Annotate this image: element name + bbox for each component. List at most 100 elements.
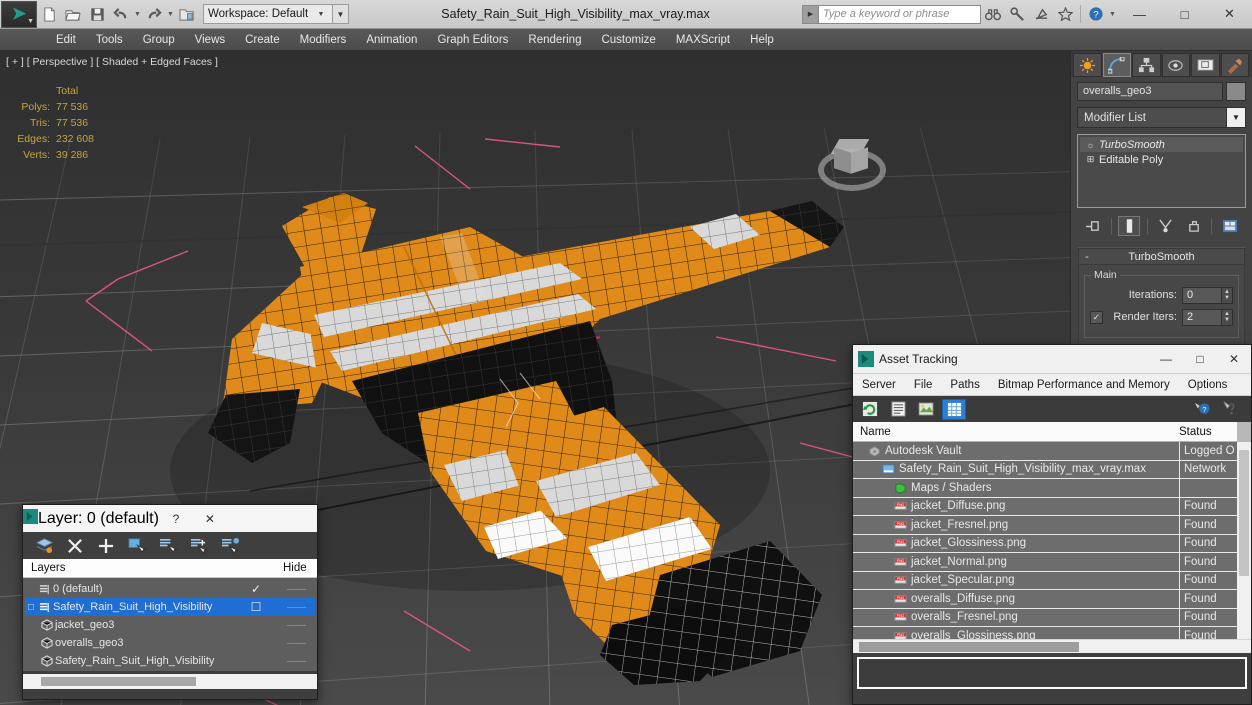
render-iters-spinner[interactable]: ▲ ▼: [1222, 308, 1233, 326]
scrollbar-thumb[interactable]: [41, 677, 196, 686]
status-column-header[interactable]: Status: [1179, 426, 1237, 438]
wrench-icon[interactable]: [1006, 3, 1028, 25]
remove-modifier-icon[interactable]: [1183, 216, 1205, 236]
make-unique-icon[interactable]: [1154, 216, 1176, 236]
grid-view-icon[interactable]: [942, 398, 966, 420]
open-file-icon[interactable]: [62, 3, 84, 25]
menu-item-tools[interactable]: Tools: [86, 29, 133, 51]
current-layer-check[interactable]: ☐: [235, 600, 277, 614]
plus-box-icon[interactable]: ⊞: [1082, 154, 1099, 165]
hide-toggle[interactable]: ——: [277, 656, 315, 667]
layer-horizontal-scrollbar[interactable]: [23, 674, 317, 689]
close-button[interactable]: ✕: [1207, 0, 1252, 28]
object-name-field[interactable]: overalls_geo3: [1077, 82, 1223, 101]
iterations-spinner[interactable]: ▲ ▼: [1222, 286, 1233, 304]
search-input[interactable]: Type a keyword or phrase: [819, 4, 981, 24]
asset-list[interactable]: Autodesk Vault Logged O Safety_Rain_Suit…: [853, 442, 1251, 639]
viewport-label[interactable]: [ + ] [ Perspective ] [ Shaded + Edged F…: [6, 56, 218, 68]
current-layer-check[interactable]: ✓: [235, 582, 277, 596]
menu-item-animation[interactable]: Animation: [356, 29, 427, 51]
list-item[interactable]: ☐ Safety_Rain_Suit_High_Visibility ☐ ——: [25, 598, 315, 616]
redo-dropdown-icon[interactable]: ▼: [166, 11, 175, 18]
list-item[interactable]: jacket_geo3 ——: [25, 616, 315, 634]
select-highlight-icon[interactable]: [155, 535, 181, 557]
list-item[interactable]: 0 (default) ✓ ——: [25, 580, 315, 598]
rollout-header[interactable]: - TurboSmooth: [1078, 248, 1245, 265]
asset-minimize-button[interactable]: —: [1149, 345, 1183, 373]
asset-list-horizontal-scrollbar[interactable]: [853, 639, 1251, 653]
list-item[interactable]: Safety_Rain_Suit_High_Visibility ——: [25, 652, 315, 670]
hide-toggle[interactable]: ——: [277, 584, 315, 595]
satellite-icon[interactable]: [1030, 3, 1052, 25]
table-row[interactable]: Autodesk Vault Logged O: [853, 442, 1237, 461]
delete-layer-icon[interactable]: [62, 535, 88, 557]
menu-item-paths[interactable]: Paths: [941, 374, 988, 396]
hide-toggle[interactable]: ——: [277, 602, 315, 613]
binoculars-icon[interactable]: [982, 3, 1004, 25]
scrollbar-thumb[interactable]: [859, 642, 1079, 652]
menu-item-views[interactable]: Views: [185, 29, 235, 51]
modify-tab[interactable]: [1102, 53, 1131, 77]
menu-item-help[interactable]: Help: [740, 29, 784, 51]
object-color-swatch[interactable]: [1226, 82, 1246, 101]
menu-item-edit[interactable]: Edit: [46, 29, 86, 51]
viewcube-left-face[interactable]: [834, 147, 851, 174]
new-layer-icon[interactable]: [31, 535, 57, 557]
layer-help-button[interactable]: ?: [159, 505, 193, 533]
table-row[interactable]: PNG overalls_Fresnel.png Found: [853, 608, 1237, 627]
viewcube-right-face[interactable]: [851, 147, 868, 174]
table-row[interactable]: PNG overalls_Diffuse.png Found: [853, 589, 1237, 609]
help-dropdown-icon[interactable]: ▼: [1108, 11, 1117, 18]
asset-list-vertical-scrollbar[interactable]: [1237, 442, 1251, 639]
table-row[interactable]: PNG jacket_Specular.png Found: [853, 571, 1237, 590]
pin-stack-icon[interactable]: [1082, 216, 1104, 236]
workspace-menu-button[interactable]: ▼: [333, 4, 349, 24]
chevron-down-icon[interactable]: ▼: [1226, 108, 1245, 127]
iterations-field[interactable]: 0: [1182, 286, 1222, 304]
menu-item-group[interactable]: Group: [133, 29, 185, 51]
hierarchy-tab[interactable]: [1132, 53, 1161, 77]
table-row[interactable]: PNG overalls_Glossiness.png Found: [853, 626, 1237, 639]
menu-item-server[interactable]: Server: [853, 374, 905, 396]
render-iters-checkbox[interactable]: ✓: [1090, 310, 1103, 324]
show-end-result-icon[interactable]: [1118, 216, 1141, 236]
add-layer-icon[interactable]: [93, 535, 119, 557]
menu-item-customize[interactable]: Customize: [591, 29, 665, 51]
layer-dialog[interactable]: Layer: 0 (default) ? ✕ Layers Hide 0 (de…: [22, 504, 318, 700]
help-arrow-icon[interactable]: [1218, 399, 1242, 420]
select-objects-icon[interactable]: [124, 535, 150, 557]
star-icon[interactable]: [1054, 3, 1076, 25]
table-row[interactable]: PNG jacket_Glossiness.png Found: [853, 534, 1237, 553]
search-expand-icon[interactable]: ▶: [802, 4, 819, 24]
menu-item-file[interactable]: File: [905, 374, 942, 396]
table-row[interactable]: Safety_Rain_Suit_High_Visibility_max_vra…: [853, 460, 1237, 479]
minimize-button[interactable]: —: [1117, 0, 1162, 28]
menu-item-rendering[interactable]: Rendering: [518, 29, 591, 51]
lightbulb-icon[interactable]: ☼: [1082, 140, 1099, 150]
layer-close-button[interactable]: ✕: [193, 505, 227, 533]
utilities-tab[interactable]: [1220, 53, 1249, 77]
maximize-button[interactable]: □: [1162, 0, 1207, 28]
table-row[interactable]: Maps / Shaders: [853, 478, 1237, 498]
menu-item-create[interactable]: Create: [235, 29, 290, 51]
max-logo-button[interactable]: ➤ ▼: [1, 0, 37, 28]
workspace-selector[interactable]: Workspace: Default ▼: [203, 4, 333, 24]
table-row[interactable]: PNG jacket_Diffuse.png Found: [853, 497, 1237, 516]
undo-dropdown-icon[interactable]: ▼: [133, 11, 142, 18]
set-current-icon[interactable]: [217, 535, 243, 557]
stack-item-turbosmooth[interactable]: ☼ TurboSmooth: [1080, 137, 1243, 152]
configure-sets-icon[interactable]: [1219, 216, 1241, 236]
set-project-icon[interactable]: [176, 3, 198, 25]
list-item[interactable]: overalls_geo3 ——: [25, 634, 315, 652]
menu-item-maxscript[interactable]: MAXScript: [666, 29, 740, 51]
asset-tracking-window[interactable]: Asset Tracking — □ ✕ Server File Paths B…: [852, 344, 1252, 705]
new-file-icon[interactable]: [38, 3, 60, 25]
table-row[interactable]: PNG jacket_Fresnel.png Found: [853, 515, 1237, 535]
expand-icon[interactable]: ☐: [25, 603, 37, 612]
asset-maximize-button[interactable]: □: [1183, 345, 1217, 373]
stack-item-editable-poly[interactable]: ⊞ Editable Poly: [1080, 152, 1243, 167]
redo-icon[interactable]: [143, 3, 165, 25]
refresh-icon[interactable]: [858, 399, 882, 420]
name-column-header[interactable]: Name: [853, 426, 1179, 438]
display-tab[interactable]: [1191, 53, 1220, 77]
